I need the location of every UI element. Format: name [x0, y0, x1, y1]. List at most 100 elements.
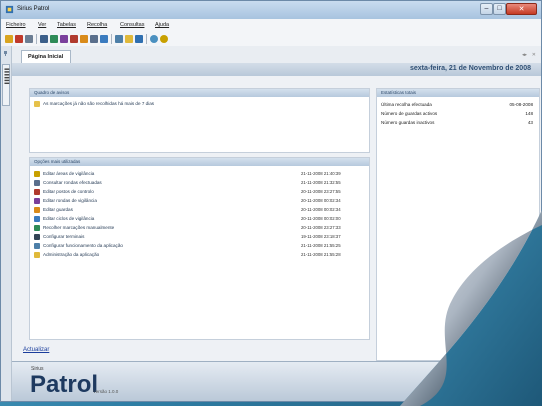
stat-row: Última recolha efectuada 05-08-2008	[381, 102, 535, 110]
recent-option-row[interactable]: Recolher marcações manualmente 20-11-2008…	[30, 225, 369, 232]
app-icon	[5, 5, 14, 14]
side-dock-tab-label: ▌▌▌▌▌▌	[4, 67, 9, 85]
option-last-used: 21-11-2008 21:55:25	[301, 243, 341, 248]
current-date: sexta-feira, 21 de Novembro de 2008	[409, 65, 531, 72]
terminal-icon[interactable]	[100, 35, 108, 43]
menu-tabelas[interactable]: Tabelas	[57, 22, 76, 28]
recent-options-panel: Opções mais utilizadas Editar áreas de v…	[29, 157, 370, 340]
side-dock-tab[interactable]: ▌▌▌▌▌▌	[2, 64, 10, 106]
option-label: Recolher marcações manualmente	[43, 225, 115, 230]
config-icon[interactable]	[150, 35, 158, 43]
open-icon[interactable]	[5, 35, 13, 43]
option-last-used: 20-11-2008 23:27:55	[301, 189, 341, 194]
stats-panel: Estatísticas totais Última recolha efect…	[376, 88, 540, 361]
option-icon	[34, 171, 40, 177]
alert-item[interactable]: As marcações já não são recolhidas há ma…	[30, 101, 369, 108]
recent-option-row[interactable]: Editar ciclos de vigilância 20-11-2008 00…	[30, 216, 369, 223]
option-icon	[34, 225, 40, 231]
menu-recolha[interactable]: Recolha	[87, 22, 107, 28]
option-icon	[34, 207, 40, 213]
option-icon	[34, 189, 40, 195]
toolbar-separator	[36, 34, 37, 44]
alert-icon	[34, 101, 40, 107]
alerts-panel: Quadro de avisos As marcações já não são…	[29, 88, 370, 153]
stat-row: Número guardas inactivos 43	[381, 120, 535, 128]
alerts-panel-header: Quadro de avisos	[30, 89, 369, 97]
recent-options-header: Opções mais utilizadas	[30, 158, 369, 166]
refresh-link[interactable]: Actualizar	[23, 347, 49, 353]
option-last-used: 20-11-2008 00:02:00	[301, 216, 341, 221]
option-label: Editar guardas	[43, 207, 73, 212]
stats-panel-header: Estatísticas totais	[377, 89, 539, 97]
print-icon[interactable]	[15, 35, 23, 43]
toolbar-separator	[111, 34, 112, 44]
stat-row: Número de guardas activos 148	[381, 111, 535, 119]
query-icon[interactable]	[135, 35, 143, 43]
tab-row: Página Inicial ◂▸ ✕	[12, 46, 541, 64]
alerts-panel-title: Quadro de avisos	[34, 90, 70, 95]
menu-consultas[interactable]: Consultas	[120, 22, 144, 28]
recent-option-row[interactable]: Editar rondas de vigilância 20-11-2008 00…	[30, 198, 369, 205]
list-icon[interactable]	[25, 35, 33, 43]
stat-label: Número guardas inactivos	[381, 120, 435, 125]
option-last-used: 20-11-2008 00:02:34	[301, 198, 341, 203]
tab-home[interactable]: Página Inicial	[21, 50, 71, 63]
footer-brand: Sirius Patrol Versão 1.0.0	[12, 361, 541, 401]
recent-option-row[interactable]: Editar postos de controlo 20-11-2008 23:2…	[30, 189, 369, 196]
menu-ver[interactable]: Ver	[38, 22, 46, 28]
stat-label: Última recolha efectuada	[381, 102, 432, 107]
report-icon[interactable]	[125, 35, 133, 43]
recent-option-row[interactable]: Configurar funcionamento da aplicação 21-…	[30, 243, 369, 250]
tab-scroll-icon[interactable]: ◂▸	[522, 52, 527, 58]
left-dock-strip: ▌▌▌▌▌▌	[1, 46, 12, 401]
recent-option-row[interactable]: Editar guardas 20-11-2008 00:02:34	[30, 207, 369, 214]
stat-value: 05-08-2008	[509, 102, 534, 107]
menu-ajuda[interactable]: Ajuda	[155, 22, 169, 28]
option-label: Editar ciclos de vigilância	[43, 216, 95, 221]
help-icon[interactable]	[160, 35, 168, 43]
stats-panel-title: Estatísticas totais	[381, 90, 417, 95]
option-last-used: 21-11-2008 21:55:28	[301, 252, 341, 257]
app-window: Sirius Patrol – □ ✕ Ficheiro Ver Tabelas…	[0, 0, 542, 402]
menu-ficheiro[interactable]: Ficheiro	[6, 22, 26, 28]
rounds-icon[interactable]	[60, 35, 68, 43]
pin-icon[interactable]	[3, 51, 8, 56]
maximize-button[interactable]: □	[493, 3, 506, 15]
option-icon	[34, 180, 40, 186]
cycle-icon[interactable]	[90, 35, 98, 43]
checkpoint-icon[interactable]	[80, 35, 88, 43]
minimize-button[interactable]: –	[480, 3, 493, 15]
option-label: Editar áreas de vigilância	[43, 171, 95, 176]
edit-icon[interactable]	[40, 35, 48, 43]
tab-home-label: Página Inicial	[28, 54, 64, 60]
recent-option-row[interactable]: Consultar rondas efectuadas 21-11-2008 21…	[30, 180, 369, 187]
option-last-used: 20-11-2008 00:02:34	[301, 207, 341, 212]
minimize-icon: –	[484, 5, 489, 12]
option-label: Editar postos de controlo	[43, 189, 94, 194]
recent-option-row[interactable]: Editar áreas de vigilância 21-11-2008 21:…	[30, 171, 369, 178]
stat-label: Número de guardas activos	[381, 111, 438, 116]
recent-options-title: Opções mais utilizadas	[34, 159, 81, 164]
option-label: Configurar terminais	[43, 234, 85, 239]
option-label: Administração da aplicação	[43, 252, 100, 257]
option-last-used: 19-11-2008 23:18:37	[301, 234, 341, 239]
title-bar[interactable]: Sirius Patrol – □ ✕	[1, 1, 541, 20]
areas-icon[interactable]	[50, 35, 58, 43]
recent-option-row[interactable]: Configurar terminais 19-11-2008 23:18:37	[30, 234, 369, 241]
close-button[interactable]: ✕	[506, 3, 537, 15]
option-label: Editar rondas de vigilância	[43, 198, 97, 203]
recent-option-row[interactable]: Administração da aplicação 21-11-2008 21:…	[30, 252, 369, 259]
alert-text: As marcações já não são recolhidas há ma…	[43, 101, 155, 106]
toolbar-separator	[146, 34, 147, 44]
option-icon	[34, 234, 40, 240]
maximize-icon: □	[497, 5, 502, 12]
option-last-used: 21-11-2008 21:40:39	[301, 171, 341, 176]
version-label: Versão 1.0.0	[93, 389, 119, 394]
option-icon	[34, 243, 40, 249]
tab-close-icon[interactable]: ✕	[532, 52, 536, 58]
option-icon	[34, 216, 40, 222]
toolbar	[1, 32, 541, 47]
guards-icon[interactable]	[70, 35, 78, 43]
option-label: Consultar rondas efectuadas	[43, 180, 102, 185]
collect-icon[interactable]	[115, 35, 123, 43]
